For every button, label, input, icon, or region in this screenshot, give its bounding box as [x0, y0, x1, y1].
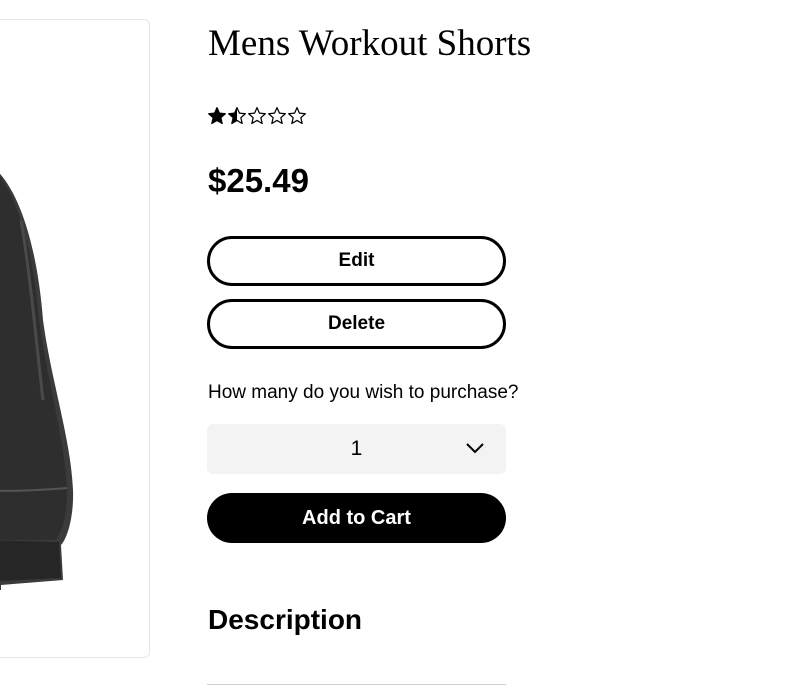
quantity-prompt: How many do you wish to purchase?: [208, 382, 519, 403]
star-empty-icon: [288, 107, 306, 125]
edit-button-label: Edit: [338, 250, 375, 271]
delete-button[interactable]: Delete: [207, 299, 506, 349]
quantity-select[interactable]: 1: [207, 424, 506, 474]
star-full-icon: [208, 107, 226, 125]
product-price: $25.49: [208, 162, 309, 199]
star-empty-icon: [268, 107, 286, 125]
add-to-cart-label: Add to Cart: [302, 506, 411, 529]
product-page: Mens Workout Shorts $25.49 Edit Delete H…: [0, 0, 785, 699]
product-title: Mens Workout Shorts: [208, 23, 532, 64]
star-empty-icon: [248, 107, 266, 125]
add-to-cart-button[interactable]: Add to Cart: [207, 493, 506, 543]
product-image-card: [0, 19, 150, 658]
delete-button-label: Delete: [327, 313, 386, 334]
divider: [207, 684, 506, 685]
product-image: [0, 173, 74, 590]
description-heading: Description: [208, 604, 363, 635]
chevron-down-icon: [466, 443, 484, 454]
quantity-value: 1: [350, 437, 363, 460]
edit-button[interactable]: Edit: [207, 236, 506, 286]
star-half-icon: [228, 107, 246, 125]
star-rating: [207, 106, 307, 128]
